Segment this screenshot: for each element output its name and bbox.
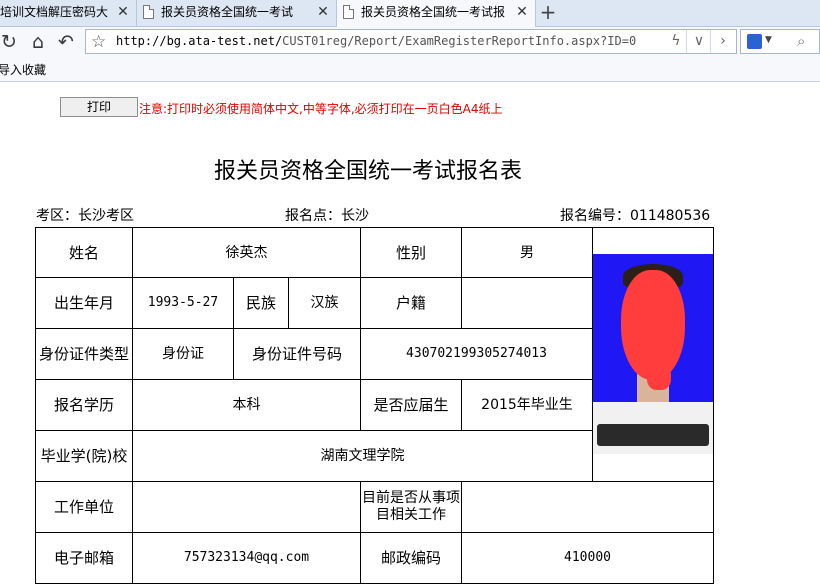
tab-title: 培训文档解压密码大 xyxy=(0,5,109,19)
undo-icon[interactable]: ↶ xyxy=(55,31,77,53)
bookmarks-bar: 导入收藏 xyxy=(0,59,820,82)
photo-cell xyxy=(592,227,714,482)
email-label: 电子邮箱 xyxy=(35,532,133,584)
tab-exam-site[interactable]: 报关员资格全国统一考试 ✕ xyxy=(136,0,336,26)
ethnic-label: 民族 xyxy=(233,277,289,329)
tab-training-docs[interactable]: 培训文档解压密码大 ✕ xyxy=(0,0,136,26)
tab-title: 报关员资格全国统一考试报 xyxy=(361,5,506,19)
work-unit-label: 工作单位 xyxy=(35,481,133,533)
registration-number: 报名编号：011480536 xyxy=(560,208,711,224)
fresh-graduate-value: 2015年毕业生 xyxy=(461,379,593,431)
lightning-icon[interactable]: ϟ xyxy=(664,30,688,53)
id-number-label: 身份证件号码 xyxy=(233,328,361,380)
page-icon xyxy=(143,5,154,19)
education-label: 报名学历 xyxy=(35,379,133,431)
fresh-graduate-label: 是否应届生 xyxy=(360,379,462,431)
home-icon[interactable]: ⌂ xyxy=(27,31,49,53)
print-notice: 注意:打印时必须使用简体中文,中等字体,必须打印在一页白色A4纸上 xyxy=(139,102,503,116)
caret-down-icon[interactable]: ▼ xyxy=(765,35,772,45)
tab-bar: 培训文档解压密码大 ✕ 报关员资格全国统一考试 ✕ 报关员资格全国统一考试报 ✕… xyxy=(0,0,820,27)
hukou-label: 户籍 xyxy=(360,277,462,329)
address-bar[interactable]: ☆ http://bg.ata-test.net/CUST01reg/Repor… xyxy=(85,29,737,54)
search-box[interactable]: 🐾 ▼ ⌕ xyxy=(740,29,820,54)
page-title: 报关员资格全国统一考试报名表 xyxy=(213,159,522,184)
bookmark-import[interactable]: 导入收藏 xyxy=(0,61,46,79)
birth-label: 出生年月 xyxy=(35,277,133,329)
close-icon[interactable]: ✕ xyxy=(515,5,529,19)
ethnic-value: 汉族 xyxy=(288,277,361,329)
postcode-value: 410000 xyxy=(461,532,714,584)
plus-icon[interactable]: + xyxy=(538,2,558,22)
star-icon[interactable]: ☆ xyxy=(91,31,106,53)
registration-form-table: 姓名 徐英杰 性别 男 出生年月 1993-5-27 民族 汉族 户籍 身份证件… xyxy=(35,227,714,584)
id-number-value: 430702199305274013 xyxy=(360,328,593,380)
school-value: 湖南文理学院 xyxy=(132,430,593,482)
name-label: 姓名 xyxy=(35,227,133,278)
navigation-bar: ↻ ⌂ ↶ ☆ http://bg.ata-test.net/CUST01reg… xyxy=(0,27,820,59)
search-icon[interactable]: ⌕ xyxy=(797,32,805,50)
exam-area: 考区：长沙考区 xyxy=(36,208,134,224)
related-work-value xyxy=(461,481,714,533)
id-type-value: 身份证 xyxy=(132,328,234,380)
close-icon[interactable]: ✕ xyxy=(316,5,330,19)
school-label: 毕业学(院)校 xyxy=(35,430,133,482)
applicant-photo xyxy=(593,254,713,454)
work-unit-value xyxy=(132,481,361,533)
print-button[interactable]: 打印 xyxy=(60,97,138,117)
url-text[interactable]: http://bg.ata-test.net/CUST01reg/Report/… xyxy=(116,30,636,53)
name-value: 徐英杰 xyxy=(132,227,361,278)
email-value: 757323134@qq.com xyxy=(132,532,361,584)
chevron-down-icon[interactable]: ∨ xyxy=(686,30,711,53)
gender-label: 性别 xyxy=(360,227,462,278)
url-host: http://bg.ata-test.net/ xyxy=(116,34,283,48)
page-icon xyxy=(343,5,354,19)
registration-point: 报名点：长沙 xyxy=(285,208,369,224)
tab-title: 报关员资格全国统一考试 xyxy=(161,5,294,19)
refresh-icon[interactable]: ↻ xyxy=(0,31,20,53)
education-value: 本科 xyxy=(132,379,361,431)
tab-exam-report[interactable]: 报关员资格全国统一考试报 ✕ xyxy=(336,0,536,27)
birth-value: 1993-5-27 xyxy=(132,277,234,329)
close-icon[interactable]: ✕ xyxy=(116,5,130,19)
related-work-label: 目前是否从事项目相关工作 xyxy=(360,481,462,533)
postcode-label: 邮政编码 xyxy=(360,532,462,584)
url-path: CUST01reg/Report/ExamRegisterReportInfo.… xyxy=(282,34,636,48)
gender-value: 男 xyxy=(461,227,593,278)
forward-icon[interactable]: › xyxy=(710,30,735,53)
hukou-value xyxy=(461,277,593,329)
id-type-label: 身份证件类型 xyxy=(35,328,133,380)
paw-icon[interactable]: 🐾 xyxy=(747,34,762,49)
